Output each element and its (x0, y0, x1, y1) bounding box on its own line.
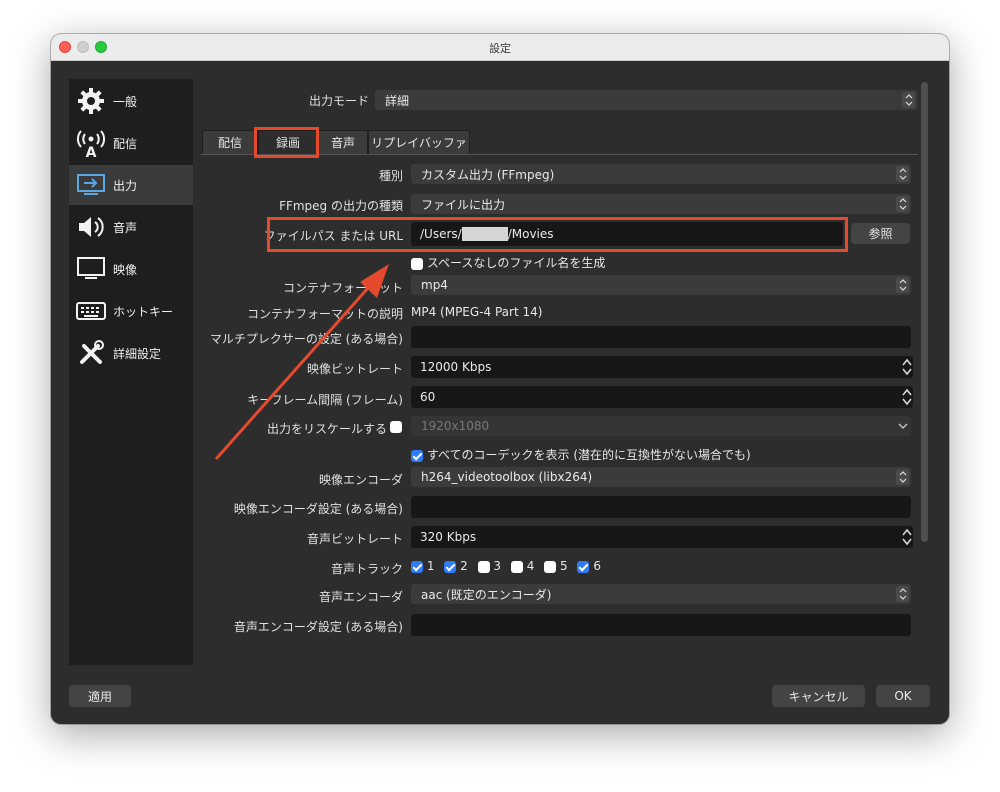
ok-button[interactable]: OK (876, 685, 930, 707)
cancel-button[interactable]: キャンセル (772, 685, 865, 707)
apply-button[interactable]: 適用 (69, 685, 131, 707)
settings-window: 設定 一般 A 配信 出力 音声 映像 ホットキー 詳細設定 出力モード 詳細 … (51, 34, 949, 724)
annotation-arrow (214, 264, 389, 460)
